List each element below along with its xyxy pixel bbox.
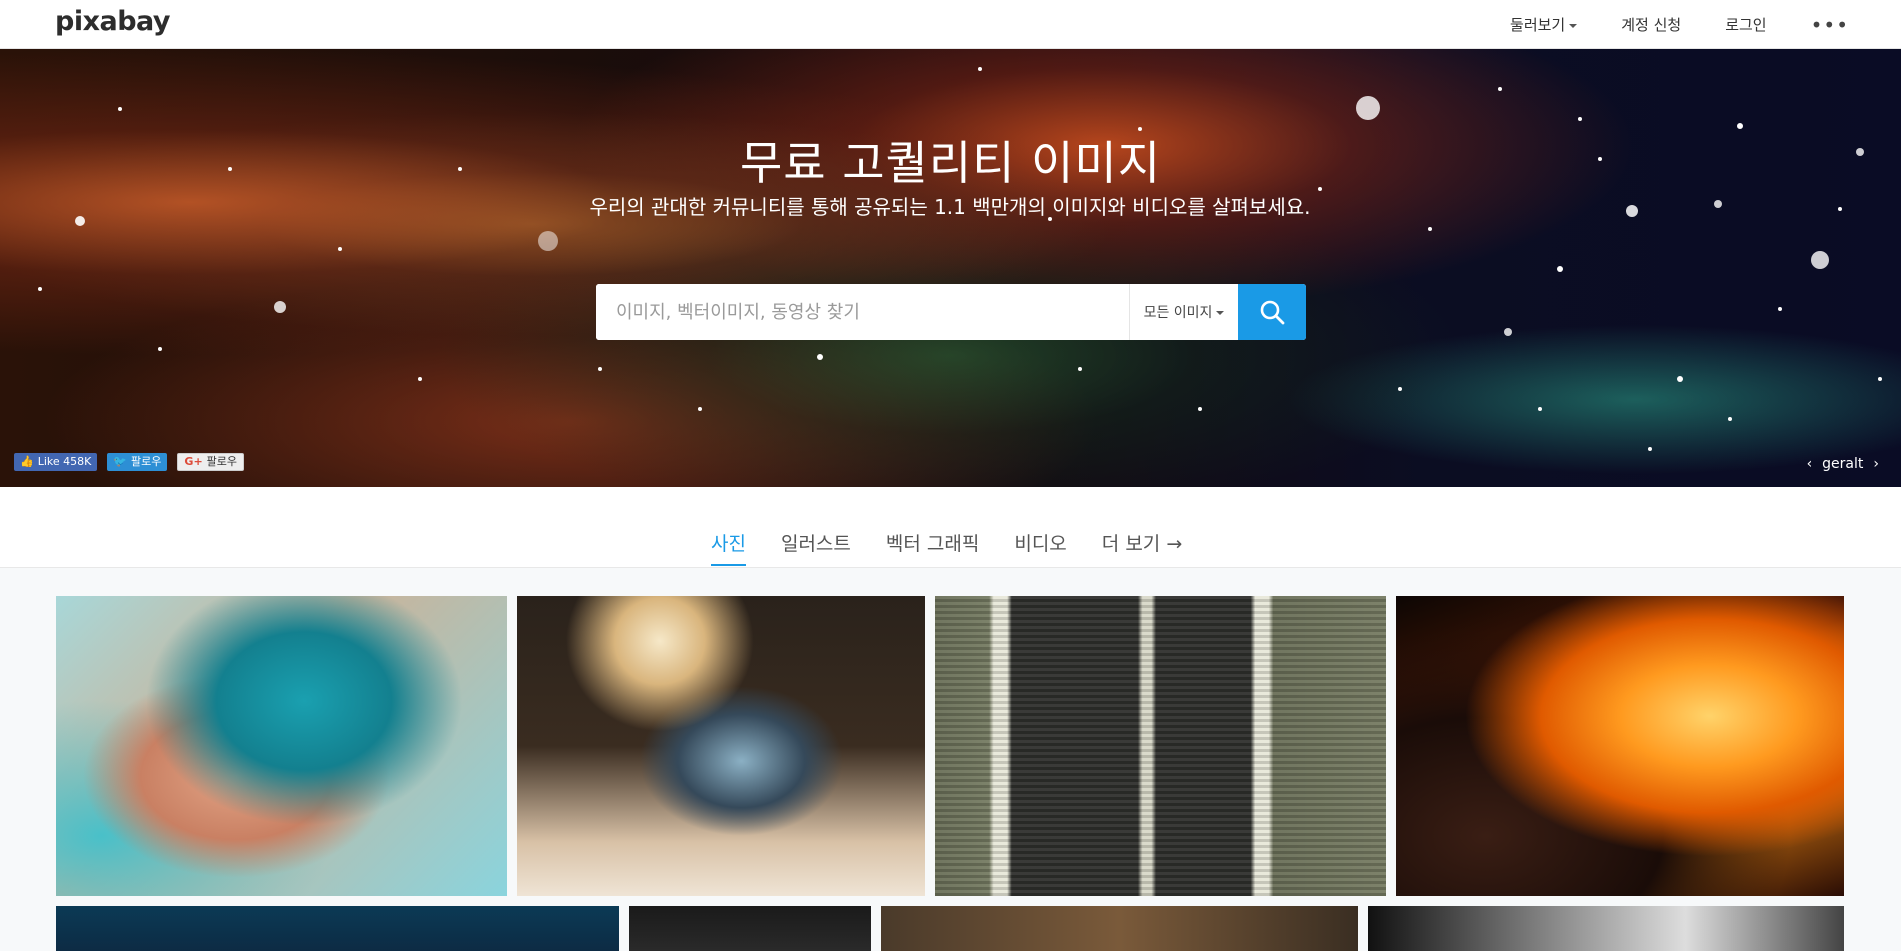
- search-input[interactable]: [596, 284, 1129, 340]
- tab-videos[interactable]: 비디오: [1014, 529, 1066, 566]
- search-bar: 모든 이미지: [596, 284, 1306, 340]
- next-chevron-icon[interactable]: ›: [1873, 456, 1879, 472]
- image-thumbnail-woman-teal-hair[interactable]: [56, 596, 507, 896]
- signup-link[interactable]: 계정 신청: [1621, 14, 1681, 35]
- search-type-label: 모든 이미지: [1143, 305, 1213, 321]
- media-type-tabs: 사진 일러스트 벡터 그래픽 비디오 더 보기 →: [711, 529, 1182, 566]
- search-icon: [1260, 300, 1285, 325]
- starfield-background: [38, 67, 1882, 451]
- pixabay-logo[interactable]: pixabay: [55, 6, 171, 37]
- search-button[interactable]: [1238, 284, 1306, 340]
- caret-down-icon: [1216, 311, 1225, 315]
- image-thumbnail-road-markings[interactable]: [935, 596, 1386, 896]
- previous-chevron-icon[interactable]: ‹: [1807, 456, 1813, 472]
- tab-vector-graphics[interactable]: 벡터 그래픽: [886, 529, 979, 566]
- search-type-dropdown[interactable]: 모든 이미지: [1129, 284, 1238, 340]
- social-buttons: 👍 Like 458K 🐦 팔로우 G+ 팔로우: [14, 453, 245, 471]
- image-thumbnail-row2-4[interactable]: [1368, 906, 1844, 951]
- caret-down-icon: [1569, 23, 1578, 28]
- twitter-follow-label: 팔로우: [131, 455, 162, 468]
- thumbs-up-icon: 👍: [20, 455, 34, 468]
- hero-subtitle: 우리의 관대한 커뮤니티를 통해 공유되는 1.1 백만개의 이미지와 비디오를…: [589, 195, 1311, 219]
- credit-author-link[interactable]: geralt: [1822, 456, 1863, 472]
- more-menu-icon[interactable]: •••: [1811, 13, 1849, 37]
- image-thumbnail-laptop-desk[interactable]: [517, 596, 925, 896]
- image-thumbnail-row2-1[interactable]: [56, 906, 619, 951]
- image-credit: ‹ geralt ›: [1807, 456, 1879, 472]
- explore-label: 둘러보기: [1510, 16, 1566, 34]
- top-navbar: pixabay 둘러보기 계정 신청 로그인 •••: [0, 0, 1901, 49]
- tab-photos[interactable]: 사진: [711, 529, 746, 566]
- hero-banner: 무료 고퀄리티 이미지 우리의 관대한 커뮤니티를 통해 공유되는 1.1 백만…: [0, 49, 1901, 487]
- facebook-like-label: Like 458K: [37, 455, 92, 468]
- nav-links: 둘러보기 계정 신청 로그인 •••: [1510, 0, 1901, 49]
- tab-illustrations[interactable]: 일러스트: [781, 529, 851, 566]
- facebook-like-button[interactable]: 👍 Like 458K: [14, 453, 98, 471]
- google-follow-label: 팔로우: [206, 455, 238, 468]
- tab-more[interactable]: 더 보기 →: [1102, 529, 1182, 566]
- image-thumbnail-row2-3[interactable]: [881, 906, 1358, 951]
- twitter-follow-button[interactable]: 🐦 팔로우: [107, 453, 168, 471]
- hero-title: 무료 고퀄리티 이미지: [739, 136, 1162, 190]
- explore-menu[interactable]: 둘러보기: [1510, 14, 1578, 35]
- image-thumbnail-fire[interactable]: [1396, 596, 1844, 896]
- media-type-tabs-bar: 사진 일러스트 벡터 그래픽 비디오 더 보기 →: [0, 487, 1901, 568]
- image-thumbnail-row2-2[interactable]: [629, 906, 871, 951]
- google-plus-icon: G+: [184, 455, 203, 468]
- google-plus-follow-button[interactable]: G+ 팔로우: [177, 453, 245, 471]
- twitter-bird-icon: 🐦: [113, 455, 128, 468]
- login-link[interactable]: 로그인: [1725, 14, 1766, 35]
